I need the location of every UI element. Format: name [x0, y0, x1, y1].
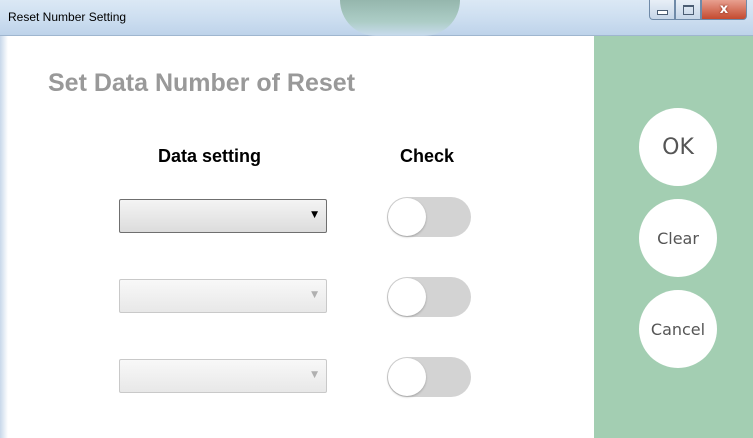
title-bar: Reset Number Setting x: [0, 0, 753, 36]
toggle-knob: [388, 358, 426, 396]
close-button[interactable]: x: [701, 0, 747, 20]
check-toggle-1[interactable]: [387, 197, 471, 237]
data-setting-dropdown-2: ▼: [119, 279, 327, 313]
toggle-knob: [388, 198, 426, 236]
dropdown-arrow-icon: ▼: [311, 210, 318, 220]
maximize-button[interactable]: [675, 0, 701, 20]
page-title: Set Data Number of Reset: [48, 69, 356, 97]
cancel-button[interactable]: Cancel: [639, 290, 717, 368]
dropdown-arrow-icon: ▼: [311, 370, 318, 380]
toggle-knob: [388, 278, 426, 316]
check-toggle-2[interactable]: [387, 277, 471, 317]
data-setting-dropdown-1[interactable]: ▼: [119, 199, 327, 233]
window-title: Reset Number Setting: [8, 10, 127, 24]
maximize-icon: [682, 4, 694, 15]
dropdown-arrow-icon: ▼: [311, 290, 318, 300]
data-setting-dropdown-3: ▼: [119, 359, 327, 393]
title-bar-glass: [340, 0, 460, 36]
ok-button[interactable]: OK: [639, 108, 717, 186]
minimize-icon: [656, 10, 668, 15]
window-edge: [0, 36, 8, 438]
close-icon: x: [719, 2, 729, 17]
settings-area: Set Data Number of Reset Data setting Ch…: [0, 36, 594, 438]
check-header: Check: [400, 146, 455, 166]
check-toggle-3[interactable]: [387, 357, 471, 397]
clear-button[interactable]: Clear: [639, 199, 717, 277]
window-controls: x: [649, 0, 747, 22]
action-panel: OK Clear Cancel: [594, 36, 753, 438]
data-setting-header: Data setting: [158, 146, 262, 166]
minimize-button[interactable]: [649, 0, 675, 20]
